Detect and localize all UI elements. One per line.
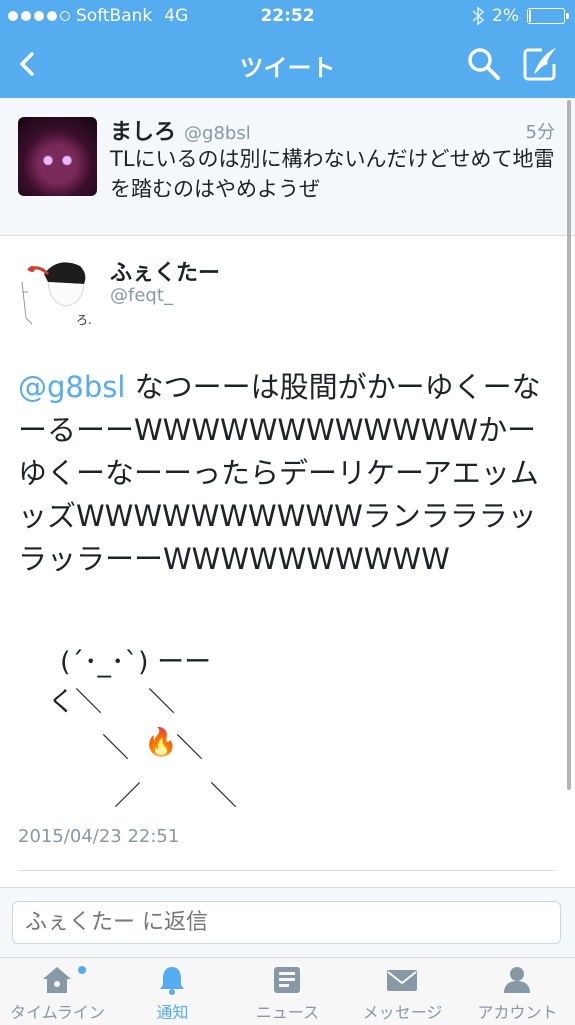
ascii-art-line: ＼ [176, 733, 203, 764]
navigation-bar: ツイート [0, 32, 575, 98]
mention-link[interactable]: @g8bsl [18, 370, 125, 404]
home-icon [43, 967, 71, 993]
new-content-dot [78, 966, 86, 974]
author-handle[interactable]: @feqt_ [110, 285, 173, 306]
ascii-art-line: (´･_･`) ーー [60, 647, 212, 678]
ascii-art-line: ＼ [210, 781, 237, 812]
tab-label: アカウント [477, 1003, 558, 1022]
ascii-art: (´･_･`) ーー く＼ ＼ ＼ 🔥 ＼ ／ ＼ [40, 640, 340, 820]
time-ago: 5分 [525, 122, 555, 143]
search-button[interactable] [464, 44, 504, 84]
ascii-art-line: く＼ [48, 687, 102, 718]
ascii-art-line: ＼ [102, 733, 129, 764]
news-icon [274, 967, 300, 993]
author-display-name[interactable]: ましろ [110, 114, 176, 146]
avatar[interactable] [18, 117, 97, 196]
tweet-text: @g8bsl なつーーは股間がかーゆくーなーるーーWWWWWWWWWWWWかーゆ… [18, 366, 558, 581]
battery-percent: 2% [492, 6, 519, 26]
fire-emoji-icon: 🔥 [144, 727, 178, 758]
tab-bar: タイムライン 通知 ニュース メッセージ アカウント [0, 957, 575, 1025]
author-row: ましろ @g8bsl [110, 114, 251, 146]
person-icon [504, 967, 530, 993]
tab-news[interactable]: ニュース [230, 958, 345, 1025]
divider [18, 870, 555, 871]
tweet-timestamp: 2015/04/23 22:51 [18, 826, 180, 847]
compose-tweet-button[interactable] [518, 42, 562, 86]
tab-label: メッセージ [362, 1003, 443, 1022]
ascii-art-line: ／ [114, 781, 141, 812]
tab-account[interactable]: アカウント [460, 958, 575, 1025]
tab-label: 通知 [156, 1003, 189, 1022]
reply-input[interactable] [12, 901, 561, 944]
battery-icon [527, 8, 569, 24]
svg-text:ろ.: ろ. [76, 313, 92, 327]
tab-label: ニュース [255, 1003, 320, 1022]
status-bar: SoftBank 4G 22:52 2% [0, 0, 575, 32]
reply-context-tweet[interactable]: ましろ @g8bsl 5分 TLにいるのは別に構わないんだけどせめて地雷を踏むの… [0, 98, 575, 236]
author-handle[interactable]: @g8bsl [184, 123, 251, 144]
author-display-name[interactable]: ふぇくたー [110, 255, 220, 287]
scrollbar[interactable] [567, 100, 571, 790]
tab-timeline[interactable]: タイムライン [0, 958, 115, 1025]
envelope-icon [387, 970, 417, 991]
tab-label: タイムライン [10, 1003, 105, 1022]
bell-icon [160, 967, 184, 995]
tweet-text: TLにいるのは別に構わないんだけどせめて地雷を踏むのはやめようぜ [110, 147, 555, 201]
status-right: 2% [472, 6, 569, 26]
avatar[interactable]: ろ. [18, 252, 97, 331]
reply-bar [0, 887, 575, 958]
tab-notifications[interactable]: 通知 [115, 958, 230, 1025]
tab-messages[interactable]: メッセージ [345, 958, 460, 1025]
ascii-art-line: ＼ [148, 687, 175, 718]
bluetooth-icon [472, 6, 485, 26]
